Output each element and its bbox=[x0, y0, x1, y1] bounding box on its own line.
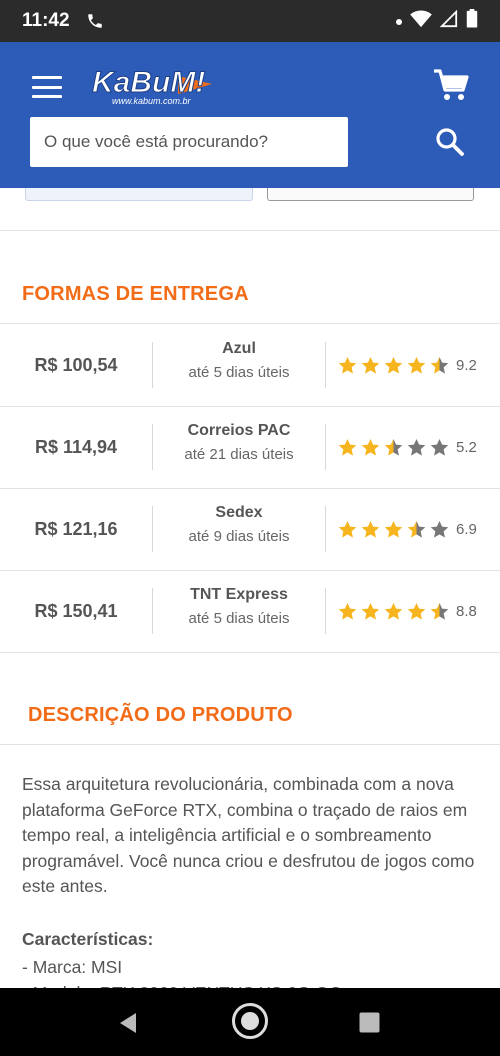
star-icon bbox=[338, 520, 357, 538]
description-line: este antes. bbox=[22, 876, 108, 896]
delivery-time: até 9 dias úteis bbox=[188, 528, 290, 545]
logo-url-text: www.kabum.com.br bbox=[112, 96, 192, 106]
recents-icon[interactable] bbox=[359, 1012, 380, 1033]
carrier-name: Correios PAC bbox=[187, 422, 291, 439]
back-icon[interactable] bbox=[118, 1012, 138, 1034]
shipping-price: R$ 121,16 bbox=[34, 518, 118, 539]
shipping-price: R$ 150,41 bbox=[34, 600, 118, 621]
description-line: tempo real, a inteligência artificial e … bbox=[22, 825, 432, 845]
star-icon bbox=[430, 602, 449, 620]
rating-value: 5.2 bbox=[456, 438, 477, 456]
carrier-rating: 8.8 bbox=[338, 570, 477, 652]
description-line: Essa arquitetura revolucionária, combina… bbox=[22, 774, 454, 794]
feature-item: - Marca: MSI bbox=[22, 957, 123, 977]
shipping-section-title: FORMAS DE ENTREGA bbox=[22, 283, 249, 305]
shipping-option[interactable]: R$ 114,94 Correios PAC até 21 dias úteis 5.… bbox=[0, 406, 500, 488]
star-icon bbox=[430, 520, 449, 538]
logo-text: KaBuM! bbox=[92, 66, 205, 99]
status-icons bbox=[396, 9, 478, 33]
product-description: Essa arquitetura revolucionária, combina… bbox=[22, 772, 477, 900]
star-icon bbox=[430, 356, 449, 374]
column-divider bbox=[325, 588, 326, 634]
kabum-logo[interactable]: KaBuM! www.kabum.com.br bbox=[90, 62, 215, 110]
shipping-option[interactable]: R$ 121,16 Sedex até 9 dias úteis 6.9 bbox=[0, 488, 500, 570]
star-icon bbox=[361, 520, 380, 538]
signal-icon bbox=[439, 9, 458, 33]
carrier-rating: 6.9 bbox=[338, 488, 477, 570]
phone-icon bbox=[86, 12, 104, 30]
star-icon bbox=[384, 602, 403, 620]
shipping-option[interactable]: R$ 150,41 TNT Express até 5 dias úteis 8.8 bbox=[0, 570, 500, 652]
star-icon bbox=[338, 602, 357, 620]
carrier-name: TNT Express bbox=[190, 586, 288, 603]
rating-value: 9.2 bbox=[456, 356, 477, 374]
divider bbox=[0, 230, 500, 231]
dot-icon bbox=[396, 12, 402, 30]
status-bar: 11:42 bbox=[0, 0, 500, 42]
secondary-button-partial[interactable] bbox=[267, 188, 474, 201]
description-line: plataforma GeForce RTX, combina o traçad… bbox=[22, 799, 468, 820]
star-icon bbox=[384, 520, 403, 538]
star-icon bbox=[338, 356, 357, 374]
app-header: KaBuM! www.kabum.com.br bbox=[0, 42, 500, 188]
wifi-icon bbox=[410, 10, 432, 33]
buy-button-partial[interactable] bbox=[25, 188, 253, 201]
star-icon bbox=[407, 356, 426, 374]
delivery-time: até 21 dias úteis bbox=[184, 446, 294, 463]
carrier-name: Sedex bbox=[215, 504, 263, 521]
shipping-option[interactable]: R$ 100,54 Azul até 5 dias úteis 9.2 bbox=[0, 324, 500, 406]
features-title: Características: bbox=[22, 929, 154, 949]
description-section-title: DESCRIÇÃO DO PRODUTO bbox=[28, 704, 293, 726]
star-icon bbox=[361, 602, 380, 620]
system-nav-bar bbox=[0, 988, 500, 1056]
carrier-name: Azul bbox=[222, 340, 256, 357]
divider bbox=[0, 744, 500, 745]
star-icon bbox=[361, 438, 380, 456]
star-icon bbox=[384, 356, 403, 374]
column-divider bbox=[325, 506, 326, 552]
menu-icon[interactable] bbox=[32, 76, 62, 98]
delivery-time: até 5 dias úteis bbox=[188, 610, 290, 627]
description-line: programável. Você nunca criou e desfruto… bbox=[22, 850, 475, 871]
cart-icon[interactable] bbox=[432, 68, 470, 102]
star-icon bbox=[407, 602, 426, 620]
star-icon bbox=[361, 356, 380, 374]
star-icon bbox=[430, 438, 449, 456]
star-icon bbox=[407, 438, 426, 456]
star-icon bbox=[338, 438, 357, 456]
delivery-time: até 5 dias úteis bbox=[188, 364, 290, 381]
divider bbox=[0, 652, 500, 653]
shipping-carrier: Sedex até 9 dias úteis bbox=[153, 504, 325, 545]
status-time: 11:42 bbox=[22, 10, 70, 31]
rating-value: 8.8 bbox=[456, 602, 477, 620]
rating-value: 6.9 bbox=[456, 520, 477, 538]
battery-icon bbox=[466, 9, 478, 33]
shipping-carrier: Correios PAC até 21 dias úteis bbox=[153, 422, 325, 463]
carrier-rating: 5.2 bbox=[338, 406, 477, 488]
shipping-carrier: TNT Express até 5 dias úteis bbox=[153, 586, 325, 627]
column-divider bbox=[325, 342, 326, 388]
shipping-price: R$ 100,54 bbox=[34, 354, 118, 375]
star-icon bbox=[407, 520, 426, 538]
shipping-carrier: Azul até 5 dias úteis bbox=[153, 340, 325, 381]
carrier-rating: 9.2 bbox=[338, 324, 477, 406]
home-icon[interactable] bbox=[231, 1002, 269, 1040]
search-input[interactable] bbox=[30, 117, 348, 167]
star-icon bbox=[384, 438, 403, 456]
column-divider bbox=[325, 424, 326, 470]
search-icon[interactable] bbox=[434, 126, 466, 158]
shipping-price: R$ 114,94 bbox=[34, 436, 118, 457]
